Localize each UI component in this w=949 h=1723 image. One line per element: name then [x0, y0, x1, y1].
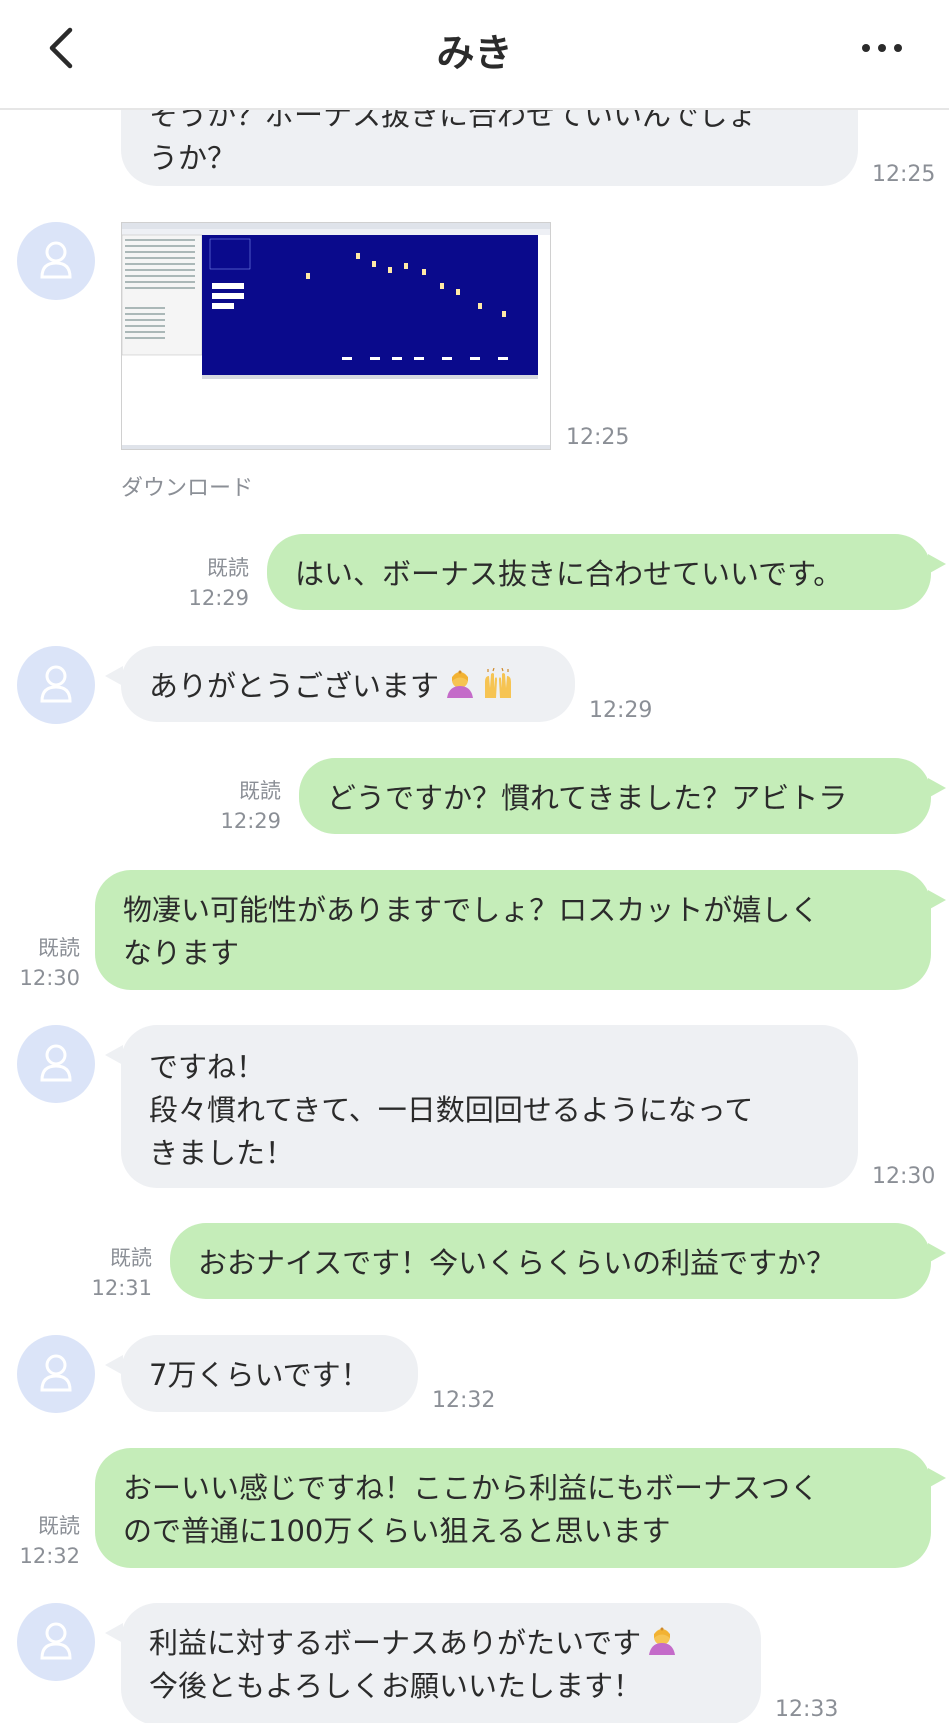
- bubble-tail: [928, 1468, 946, 1488]
- avatar[interactable]: [17, 1025, 95, 1103]
- message-time: 12:29: [589, 698, 653, 723]
- message-bubble-incoming[interactable]: 利益に対するボーナスありがたいです 今後ともよろしくお願いいたします！: [121, 1603, 761, 1723]
- message-text: おーいい感じですね！ここから利益にもボーナスつく: [123, 1471, 820, 1505]
- read-label: 既読: [239, 779, 281, 803]
- message-text: 物凄い可能性がありますでしょ？ロスカットが嬉しく: [123, 893, 820, 927]
- message-bubble-outgoing[interactable]: おーいい感じですね！ここから利益にもボーナスつく ので普通に100万くらい狙える…: [95, 1448, 931, 1568]
- message-bubble-incoming[interactable]: ありがとうございます: [121, 646, 575, 722]
- woman-bowing-emoji: [447, 670, 474, 698]
- bubble-tail: [928, 778, 946, 798]
- message-text: 7万くらいです！: [149, 1358, 370, 1392]
- user-icon: [40, 1622, 72, 1660]
- message-time: 12:31: [91, 1276, 152, 1300]
- bubble-tail: [928, 1243, 946, 1263]
- more-horizontal-icon: [862, 44, 902, 52]
- message-time: 12:29: [188, 586, 249, 610]
- message-text: うか？: [149, 141, 237, 175]
- message-text: なります: [123, 936, 240, 970]
- read-label: 既読: [38, 936, 80, 960]
- user-icon: [40, 1044, 72, 1082]
- message-time: 12:25: [872, 162, 936, 187]
- message-text: きました！: [149, 1136, 295, 1170]
- message-time: 12:30: [872, 1164, 936, 1189]
- chat-header: みき: [0, 0, 949, 110]
- message-bubble-incoming[interactable]: ですね！ 段々慣れてきて、一日数回回せるようになって きました！: [121, 1025, 858, 1188]
- message-text: ので普通に100万くらい狙えると思います: [123, 1514, 671, 1548]
- read-receipt: 既読 12:29: [201, 776, 281, 836]
- user-icon: [40, 1354, 72, 1392]
- message-text: ありがとうございます: [149, 665, 547, 708]
- message-time: 12:33: [775, 1697, 839, 1722]
- message-text: はい、ボーナス抜きに合わせていいです。: [295, 557, 843, 591]
- read-label: 既読: [207, 556, 249, 580]
- message-text: 今後ともよろしくお願いいたします！: [149, 1669, 643, 1703]
- woman-bowing-emoji: [649, 1627, 676, 1655]
- download-link[interactable]: ダウンロード: [121, 470, 253, 502]
- message-bubble-incoming[interactable]: 7万くらいです！: [121, 1335, 418, 1412]
- message-text: おおナイスです！今いくらくらいの利益ですか？: [198, 1246, 836, 1280]
- user-icon: [40, 241, 72, 279]
- message-text: 段々慣れてきて、一日数回回せるようになって: [149, 1093, 754, 1127]
- avatar[interactable]: [17, 646, 95, 724]
- message-text: どうですか？慣れてきました？アビトラ: [327, 781, 848, 815]
- message-bubble-outgoing[interactable]: 物凄い可能性がありますでしょ？ロスカットが嬉しく なります: [95, 870, 931, 990]
- message-time: 12:25: [566, 425, 630, 450]
- message-bubble-outgoing[interactable]: おおナイスです！今いくらくらいの利益ですか？: [170, 1223, 931, 1299]
- avatar[interactable]: [17, 1603, 95, 1681]
- read-receipt: 既読 12:30: [0, 933, 80, 993]
- message-bubble-outgoing[interactable]: どうですか？慣れてきました？アビトラ: [299, 758, 931, 834]
- chat-scroll-area[interactable]: そうか？ボーナス抜きに合わせていいんでしょ うか？ 12:25 12:25 ダウ…: [0, 0, 949, 1723]
- image-attachment[interactable]: [121, 222, 551, 450]
- page-title: みき: [436, 31, 513, 75]
- raised-hands-emoji: [485, 668, 512, 698]
- read-label: 既読: [38, 1514, 80, 1538]
- more-options-button[interactable]: [855, 28, 909, 68]
- trading-screenshot-image: [122, 223, 550, 449]
- message-bubble-outgoing[interactable]: はい、ボーナス抜きに合わせていいです。: [267, 534, 931, 610]
- avatar[interactable]: [17, 1335, 95, 1413]
- user-icon: [40, 665, 72, 703]
- bubble-tail: [928, 554, 946, 574]
- message-time: 12:29: [220, 809, 281, 833]
- message-text: 利益に対するボーナスありがたいです: [149, 1622, 733, 1665]
- read-label: 既読: [110, 1246, 152, 1270]
- read-receipt: 既読 12:32: [0, 1511, 80, 1571]
- avatar[interactable]: [17, 222, 95, 300]
- message-text: ですね！: [149, 1050, 266, 1084]
- read-receipt: 既読 12:29: [169, 553, 249, 613]
- bubble-tail: [928, 890, 946, 910]
- message-time: 12:30: [19, 966, 80, 990]
- message-text-content: ありがとうございます: [149, 669, 440, 703]
- message-time: 12:32: [19, 1544, 80, 1568]
- read-receipt: 既読 12:31: [72, 1243, 152, 1303]
- message-text-content: 利益に対するボーナスありがたいです: [149, 1626, 642, 1660]
- message-time: 12:32: [432, 1388, 496, 1413]
